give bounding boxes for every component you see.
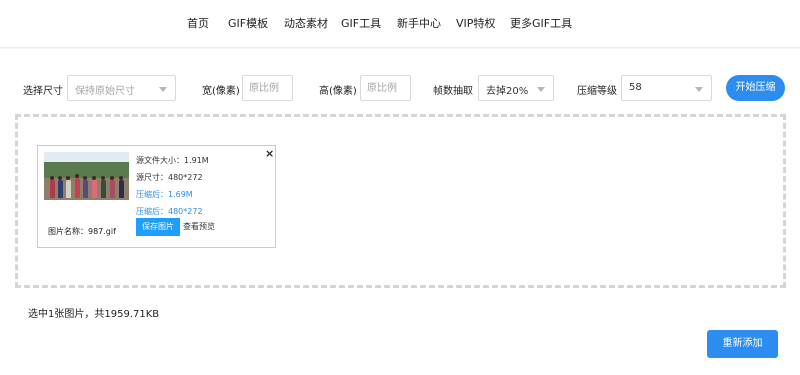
- nav-home[interactable]: 首页: [187, 15, 209, 31]
- start-compress-button[interactable]: 开始压缩: [726, 75, 785, 101]
- compression-level-select[interactable]: 58: [621, 75, 712, 101]
- nav-more-gif-tools[interactable]: 更多GIF工具: [510, 15, 572, 31]
- image-card: 源文件大小：1.91M 源尺寸：480*272 压缩后：1.69M 压缩后：48…: [37, 145, 276, 248]
- height-label: 高(像素): [319, 86, 357, 97]
- nav-gif-templates[interactable]: GIF模板: [228, 15, 268, 31]
- selection-summary: 选中1张图片，共1959.71KB: [28, 309, 160, 320]
- close-icon[interactable]: ×: [265, 148, 274, 159]
- view-preview-link[interactable]: 查看预览: [183, 221, 215, 232]
- source-file-size: 源文件大小：1.91M: [136, 156, 209, 165]
- compression-level-label: 压缩等级: [577, 86, 617, 97]
- nav-dynamic-materials[interactable]: 动态素材: [284, 15, 328, 31]
- re-add-button[interactable]: 重新添加: [707, 330, 778, 358]
- frame-extract-value: 去掉20%: [486, 86, 529, 97]
- top-navigation: 首页 GIF模板 动态素材 GIF工具 新手中心 VIP特权 更多GIF工具: [0, 0, 800, 48]
- source-dimensions: 源尺寸：480*272: [136, 173, 203, 182]
- compressed-dimensions: 压缩后：480*272: [136, 207, 203, 216]
- height-input[interactable]: [360, 75, 411, 101]
- width-label: 宽(像素): [202, 86, 240, 97]
- nav-gif-tools[interactable]: GIF工具: [341, 15, 381, 31]
- size-select[interactable]: 保持原始尺寸: [67, 75, 176, 101]
- compression-level-value: 58: [629, 82, 642, 93]
- save-image-button[interactable]: 保存图片: [136, 218, 180, 236]
- image-thumbnail: [44, 152, 129, 200]
- frame-extract-label: 帧数抽取: [433, 86, 473, 97]
- chevron-down-icon: [695, 87, 703, 92]
- chevron-down-icon: [537, 87, 545, 92]
- width-input[interactable]: [242, 75, 293, 101]
- compressed-file-size: 压缩后：1.69M: [136, 190, 193, 199]
- chevron-down-icon: [159, 87, 167, 92]
- size-label: 选择尺寸: [23, 86, 63, 97]
- nav-vip-privileges[interactable]: VIP特权: [456, 15, 495, 31]
- nav-beginner-center[interactable]: 新手中心: [397, 15, 441, 31]
- size-select-value: 保持原始尺寸: [75, 86, 135, 97]
- image-filename: 图片名称：987.gif: [48, 227, 116, 236]
- frame-extract-select[interactable]: 去掉20%: [478, 75, 554, 101]
